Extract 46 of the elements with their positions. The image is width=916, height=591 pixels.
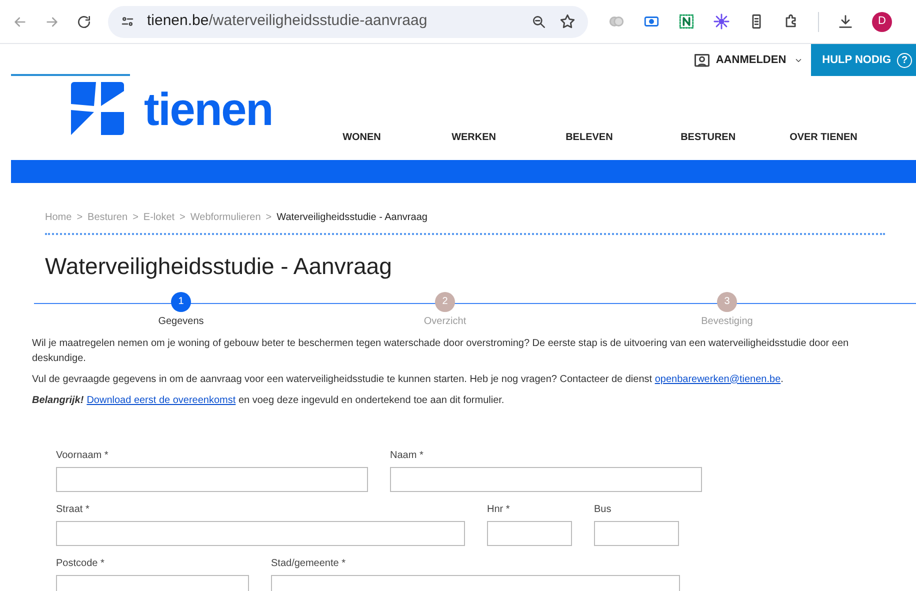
paragraph: Vul de gevraagde gegevens in om de aanvraag voor een waterveiligheidsstudie te kunnen starten. Heb je nog vragen? Contacteer de dienst openbarewerken@tienen.be. <box>32 372 784 386</box>
field-label: Stad/gemeente * <box>271 556 346 570</box>
input-field[interactable] <box>390 466 702 492</box>
link[interactable]: openbarewerken@tienen.be <box>654 374 781 384</box>
paragraph: Wil je maatregelen nemen om je woning of gebouw beter te beschermen tegen waterschade door overstroming? De eerste stap is de uitvoering van een waterveiligheidsstudie door een deskundige. <box>32 336 850 366</box>
breadcrumb-separator: > <box>132 211 138 225</box>
n-extension-icon[interactable] <box>678 13 695 30</box>
site-settings-icon[interactable] <box>120 14 135 29</box>
step-label: Bevestiging <box>701 314 753 328</box>
address-bar[interactable]: tienen.be/waterveiligheidsstudie-aanvraag <box>108 6 588 38</box>
input-field[interactable] <box>487 520 572 546</box>
page-title: Waterveiligheidsstudie - Aanvraag <box>45 252 393 281</box>
field-label: Hnr * <box>487 502 511 516</box>
star-icon[interactable] <box>559 13 576 30</box>
paragraph: Belangrijk! Download eerst de overeenkomst en voeg deze ingevuld en ondertekend toe aan dit formulier. <box>32 394 506 408</box>
input-field[interactable] <box>56 520 465 546</box>
nav-link[interactable]: WONEN <box>342 130 452 145</box>
help-button[interactable]: HULP NODIG ? <box>811 44 916 76</box>
breadcrumb-separator: > <box>180 211 186 225</box>
reload-icon[interactable] <box>76 14 92 30</box>
profile-avatar[interactable]: D <box>872 12 892 32</box>
logo[interactable]: tienen <box>71 82 273 135</box>
user-frame-icon[interactable] <box>692 51 712 69</box>
breadcrumb-separator: > <box>76 211 83 225</box>
url-text: tienen.be/waterveiligheidsstudie-aanvraag <box>147 11 428 32</box>
field-label: Straat * <box>56 502 90 516</box>
field-label: Bus <box>594 502 612 516</box>
input-field[interactable] <box>56 466 368 492</box>
field-label: Postcode * <box>56 556 106 570</box>
download-icon[interactable] <box>837 13 854 30</box>
breadcrumb-separator: > <box>266 211 272 225</box>
step-label: Overzicht <box>424 314 466 328</box>
nav-link[interactable]: WERKEN <box>452 130 566 145</box>
zoom-icon[interactable] <box>531 14 547 30</box>
nav-link[interactable]: OVER TIENEN <box>790 130 890 145</box>
login-button[interactable]: AANMELDEN <box>692 51 804 69</box>
breadcrumb-link[interactable]: Waterveiligheidsstudie - Aanvraag <box>276 210 428 225</box>
input-field[interactable] <box>594 520 679 546</box>
nav-link[interactable]: BESTUREN <box>680 130 790 145</box>
step-label: Gegevens <box>158 314 204 328</box>
step-marker[interactable]: 1 <box>171 292 191 312</box>
field-label: Naam * <box>390 448 424 462</box>
nav-link[interactable]: BELEVEN <box>566 130 681 145</box>
field-label: Voornaam * <box>56 448 110 462</box>
flower-icon[interactable] <box>713 13 730 30</box>
link[interactable]: Download eerst de overeenkomst <box>86 394 236 406</box>
